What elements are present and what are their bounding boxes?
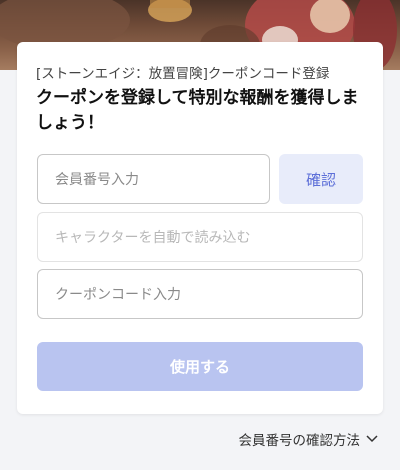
use-button[interactable]: 使用する: [37, 342, 363, 391]
coupon-code-placeholder: クーポンコード入力: [55, 287, 181, 303]
confirm-button[interactable]: 確認: [279, 154, 363, 204]
page-title: クーポンを登録して特別な報酬を獲得しましょう！: [36, 88, 359, 133]
coupon-code-input[interactable]: クーポンコード入力: [37, 269, 363, 319]
chevron-down-icon: [366, 435, 378, 443]
member-id-input[interactable]: 会員番号入力: [37, 154, 270, 204]
help-link-label: 会員番号の確認方法: [238, 433, 361, 449]
character-placeholder: キャラクターを自動で読み込む: [55, 230, 251, 246]
coupon-card: [ストーンエイジ：放置冒険]クーポンコード登録 クーポンを登録して特別な報酬を獲…: [17, 42, 383, 414]
member-id-help-link[interactable]: 会員番号の確認方法: [239, 429, 379, 449]
character-field: キャラクターを自動で読み込む: [37, 212, 363, 262]
member-id-placeholder: 会員番号入力: [55, 172, 139, 188]
page-subtitle: [ストーンエイジ：放置冒険]クーポンコード登録: [36, 66, 330, 82]
